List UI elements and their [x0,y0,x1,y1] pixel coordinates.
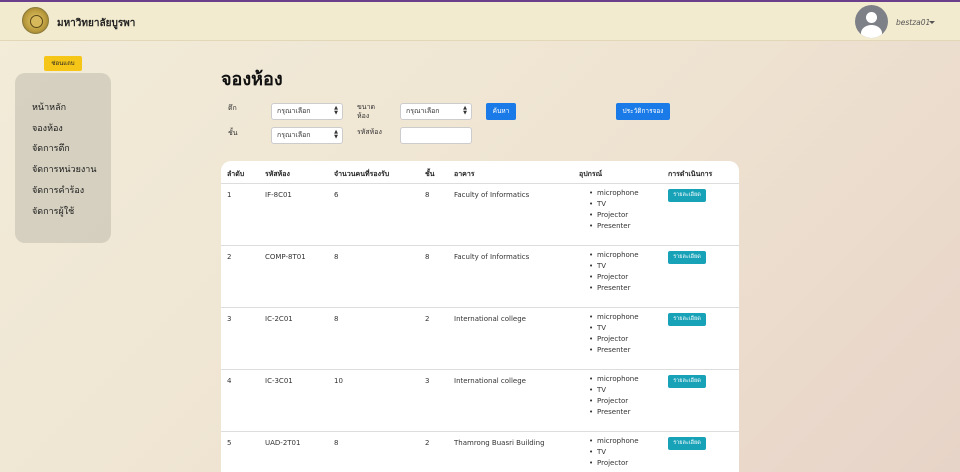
row-floor: 3 [425,377,430,385]
detail-button[interactable]: รายละเอียด [668,437,706,450]
header-room-code: รหัสห้อง [265,170,290,178]
header-capacity: จำนวนคนที่รองรับ [334,170,390,178]
row-equipment-list: microphone TV Projector Presenter [589,188,639,232]
row-no: 3 [227,315,232,323]
hide-sidebar-button[interactable]: ซ่อนแถบ [44,56,82,71]
equipment-item: Projector [589,272,639,283]
equipment-item: Projector [589,396,639,407]
room-size-select[interactable]: กรุณาเลือก ▲ ▼ [400,103,472,120]
sidebar-item-manage-buildings[interactable]: จัดการตึก [32,141,70,155]
row-room-code: IF-8C01 [265,191,292,199]
page-title: จองห้อง [221,69,283,90]
equipment-item: TV [589,323,639,334]
equipment-item: Projector [589,458,639,469]
row-equipment-list: microphone TV Projector Presenter [589,312,639,356]
row-equipment-list: microphone TV Projector Presenter [589,250,639,294]
header-building: อาคาร [454,170,475,178]
row-capacity: 8 [334,315,339,323]
equipment-item: Projector [589,334,639,345]
row-building: Faculty of Informatics [454,191,530,199]
row-divider [221,307,739,308]
equipment-item: Presenter [589,283,639,294]
floor-label: ชั้น [228,129,238,137]
row-equipment-list: microphone TV Projector [589,436,639,469]
header-actions: การดำเนินการ [668,170,713,178]
sidebar-item-manage-users[interactable]: จัดการผู้ใช้ [32,204,74,218]
row-building: International college [454,315,526,323]
caret-down-icon[interactable] [929,21,935,24]
row-no: 2 [227,253,232,261]
username-dropdown[interactable]: bestza01 [896,18,930,27]
row-floor: 2 [425,315,430,323]
university-name[interactable]: มหาวิทยาลัยบูรพา [57,16,135,31]
room-code-label: รหัสห้อง [357,128,382,136]
header-divider [221,183,739,184]
equipment-item: TV [589,199,639,210]
equipment-item: microphone [589,188,639,199]
equipment-item: TV [589,261,639,272]
sidebar-item-book-room[interactable]: จองห้อง [32,121,63,135]
top-navbar: มหาวิทยาลัยบูรพา bestza01 [0,2,960,41]
sidebar-item-home[interactable]: หน้าหลัก [32,100,66,114]
sidebar-item-manage-departments[interactable]: จัดการหน่วยงาน [32,162,96,176]
row-room-code: COMP-8T01 [265,253,306,261]
equipment-item: microphone [589,250,639,261]
sidebar: หน้าหลัก จองห้อง จัดการตึก จัดการหน่วยงา… [15,73,111,243]
rooms-table: ลำดับ รหัสห้อง จำนวนคนที่รองรับ ชั้น อาค… [221,161,739,472]
equipment-item: TV [589,385,639,396]
equipment-item: microphone [589,436,639,447]
equipment-item: microphone [589,312,639,323]
row-floor: 8 [425,253,430,261]
row-divider [221,369,739,370]
header-no: ลำดับ [227,170,245,178]
header-floor: ชั้น [425,170,435,178]
room-size-label: ขนาดห้อง [357,103,376,120]
booking-history-button[interactable]: ประวัติการจอง [616,103,670,120]
row-room-code: IC-3C01 [265,377,293,385]
detail-button[interactable]: รายละเอียด [668,189,706,202]
row-equipment-list: microphone TV Projector Presenter [589,374,639,418]
equipment-item: Presenter [589,345,639,356]
row-building: Thamrong Buasri Building [454,439,545,447]
university-logo-icon[interactable] [22,7,49,34]
equipment-item: Presenter [589,221,639,232]
equipment-item: microphone [589,374,639,385]
header-equipment: อุปกรณ์ [579,170,603,178]
row-room-code: IC-2C01 [265,315,293,323]
floor-select[interactable]: กรุณาเลือก ▲ ▼ [271,127,343,144]
row-capacity: 8 [334,253,339,261]
building-label: ตึก [228,104,237,112]
row-building: International college [454,377,526,385]
row-capacity: 6 [334,191,339,199]
equipment-item: Projector [589,210,639,221]
row-divider [221,245,739,246]
row-no: 5 [227,439,232,447]
row-room-code: UAD-2T01 [265,439,301,447]
row-capacity: 8 [334,439,339,447]
sidebar-item-manage-requests[interactable]: จัดการคำร้อง [32,183,84,197]
user-avatar-icon[interactable] [855,5,888,38]
row-capacity: 10 [334,377,343,385]
row-divider [221,431,739,432]
row-no: 4 [227,377,232,385]
row-floor: 8 [425,191,430,199]
row-building: Faculty of Informatics [454,253,530,261]
detail-button[interactable]: รายละเอียด [668,375,706,388]
room-code-input[interactable] [400,127,472,144]
row-no: 1 [227,191,232,199]
building-select[interactable]: กรุณาเลือก ▲ ▼ [271,103,343,120]
equipment-item: Presenter [589,407,639,418]
detail-button[interactable]: รายละเอียด [668,313,706,326]
equipment-item: TV [589,447,639,458]
row-floor: 2 [425,439,430,447]
detail-button[interactable]: รายละเอียด [668,251,706,264]
search-button[interactable]: ค้นหา [486,103,516,120]
